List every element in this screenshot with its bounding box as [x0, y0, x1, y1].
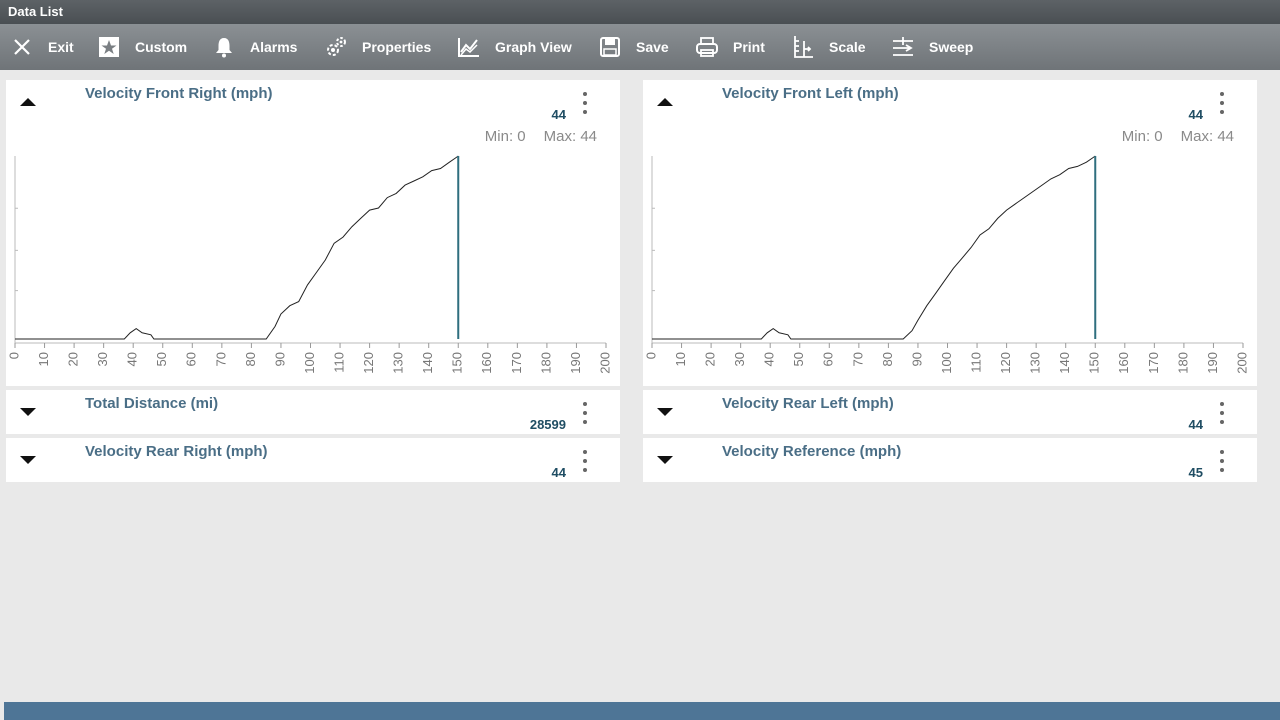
expand-caret-icon[interactable]: [657, 408, 673, 416]
x-tick-label: 170: [1146, 352, 1161, 374]
x-tick-label: 40: [762, 352, 777, 366]
x-tick-label: 50: [154, 352, 169, 366]
properties-button[interactable]: Properties: [324, 24, 431, 70]
x-tick-label: 20: [66, 352, 81, 366]
custom-label: Custom: [135, 39, 188, 55]
panel-total-distance[interactable]: Total Distance (mi) 28599: [6, 390, 620, 434]
x-tick-label: 110: [968, 352, 983, 373]
x-tick-label: 50: [791, 352, 806, 366]
series-line: [652, 155, 1096, 340]
scale-icon: [791, 35, 815, 59]
x-tick-label: 20: [703, 352, 718, 366]
velocity-front-right-chart: 0 10 20 30 40 50 60 70 80 90 100 110 120 130 140 150 160…: [6, 155, 612, 374]
x-tick-label: 160: [1116, 352, 1131, 374]
x-tick-label: 120: [361, 352, 376, 374]
x-tick-label: 100: [939, 352, 954, 374]
expand-caret-icon[interactable]: [20, 408, 36, 416]
toolbar: Exit Custom Alarms Properties Graph View…: [0, 24, 1280, 70]
x-tick-label: 80: [243, 352, 258, 366]
x-tick-label: 60: [184, 352, 199, 366]
x-tick-label: 170: [509, 352, 524, 374]
panel-velocity-reference[interactable]: Velocity Reference (mph) 45: [643, 438, 1257, 482]
x-tick-label: 190: [1205, 352, 1220, 374]
panel-velocity-front-left: Velocity Front Left (mph) 44 Min: 0 Max: …: [643, 80, 1257, 386]
x-tick-label: 120: [998, 352, 1013, 374]
panel-value: 44: [1188, 417, 1203, 432]
properties-label: Properties: [362, 39, 432, 55]
x-tick-label: 150: [1087, 352, 1102, 374]
x-tick-label: 90: [272, 352, 287, 366]
x-tick-label: 200: [597, 352, 612, 374]
exit-label: Exit: [48, 39, 74, 55]
scale-button[interactable]: Scale: [791, 24, 866, 70]
sweep-label: Sweep: [929, 39, 974, 55]
x-tick-label: 160: [479, 352, 494, 374]
panel-velocity-rear-right[interactable]: Velocity Rear Right (mph) 44: [6, 438, 620, 482]
printer-icon: [695, 35, 719, 59]
close-icon: [10, 35, 34, 59]
window-title: Data List: [0, 0, 1280, 24]
x-tick-label: 80: [880, 352, 895, 366]
panel-velocity-rear-left[interactable]: Velocity Rear Left (mph) 44: [643, 390, 1257, 434]
save-button[interactable]: Save: [598, 24, 669, 70]
panel-title: Velocity Reference (mph): [722, 443, 902, 460]
x-tick-label: 200: [1234, 352, 1249, 374]
more-options-icon[interactable]: [580, 402, 590, 424]
alarms-button[interactable]: Alarms: [212, 24, 297, 70]
expand-caret-icon[interactable]: [20, 456, 36, 464]
x-tick-label: 40: [125, 352, 140, 366]
floppy-icon: [598, 35, 622, 59]
x-tick-label: 130: [391, 352, 406, 374]
graph-icon: [457, 35, 481, 59]
x-tick-label: 30: [732, 352, 747, 366]
exit-button[interactable]: Exit: [10, 24, 74, 70]
x-tick-label: 180: [538, 352, 553, 374]
scale-label: Scale: [829, 39, 866, 55]
x-tick-label: 10: [673, 352, 688, 366]
x-tick-label: 110: [331, 352, 346, 373]
x-tick-label: 60: [821, 352, 836, 366]
more-options-icon[interactable]: [1217, 402, 1227, 424]
panel-value: 45: [1188, 465, 1203, 480]
x-tick-label: 150: [450, 352, 465, 374]
series-line: [15, 155, 459, 340]
sweep-icon: [891, 35, 915, 59]
x-tick-label: 0: [6, 352, 21, 359]
panel-title: Total Distance (mi): [85, 395, 219, 412]
x-tick-label: 70: [213, 352, 228, 366]
print-button[interactable]: Print: [695, 24, 765, 70]
bottom-bar: [4, 702, 1280, 720]
save-label: Save: [636, 39, 669, 55]
more-options-icon[interactable]: [1217, 450, 1227, 472]
graph-view-label: Graph View: [495, 39, 572, 55]
panel-value: 44: [551, 465, 566, 480]
x-tick-label: 130: [1028, 352, 1043, 374]
panel-value: 28599: [529, 417, 566, 432]
star-icon: [97, 35, 121, 59]
x-tick-label: 100: [302, 352, 317, 374]
x-tick-label: 0: [643, 352, 658, 359]
x-tick-label: 180: [1175, 352, 1190, 374]
more-options-icon[interactable]: [580, 450, 590, 472]
graph-view-button[interactable]: Graph View: [457, 24, 572, 70]
expand-caret-icon[interactable]: [657, 456, 673, 464]
panel-velocity-front-right: Velocity Front Right (mph) 44 Min: 0 Max:…: [6, 80, 620, 386]
velocity-front-left-chart: 0 10 20 30 40 50 60 70 80 90 100 110 120 130 140 150 160…: [643, 155, 1249, 374]
panel-title: Velocity Rear Right (mph): [85, 443, 268, 460]
x-tick-label: 90: [909, 352, 924, 366]
x-tick-label: 70: [850, 352, 865, 366]
x-tick-label: 190: [568, 352, 583, 374]
x-tick-label: 30: [95, 352, 110, 366]
alarms-label: Alarms: [250, 39, 298, 55]
custom-button[interactable]: Custom: [97, 24, 187, 70]
print-label: Print: [733, 39, 765, 55]
x-tick-label: 140: [1057, 352, 1072, 374]
panel-title: Velocity Rear Left (mph): [722, 395, 894, 412]
x-tick-label: 10: [36, 352, 51, 366]
sweep-button[interactable]: Sweep: [891, 24, 973, 70]
gears-icon: [324, 35, 348, 59]
bell-icon: [212, 35, 236, 59]
x-tick-label: 140: [420, 352, 435, 374]
